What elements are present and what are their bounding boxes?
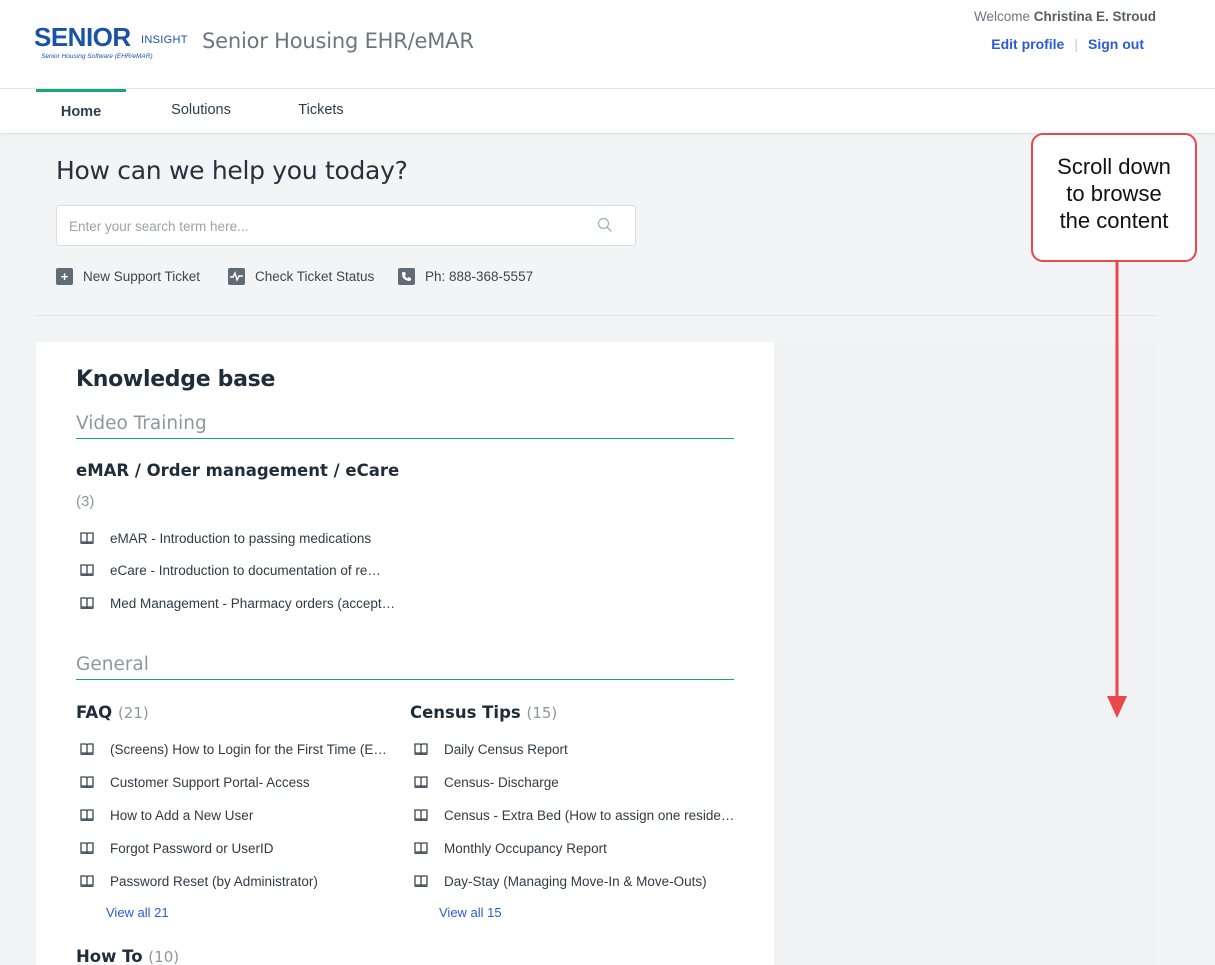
scroll-hint-callout: Scroll down to browse the content [1031, 133, 1197, 262]
folder-emar-title[interactable]: eMAR / Order management / eCare [76, 461, 399, 480]
folder-census-tips[interactable]: Census Tips (15) [410, 703, 557, 722]
kb-title: Knowledge base [76, 367, 276, 392]
tab-tickets[interactable]: Tickets [276, 89, 366, 134]
phone-number: Ph: 888-368-5557 [425, 268, 534, 284]
article-title: Census - Extra Bed (How to assign one re… [444, 807, 735, 823]
article-item[interactable]: Password Reset (by Administrator) [76, 871, 318, 891]
phone-link[interactable]: Ph: 888-368-5557 [398, 266, 533, 286]
tab-solutions[interactable]: Solutions [156, 89, 246, 134]
activity-pulse-icon [228, 267, 245, 285]
link-separator: | [1074, 36, 1078, 52]
check-ticket-status-link[interactable]: Check Ticket Status [228, 266, 374, 286]
logo-brand: SENIOR [34, 22, 131, 52]
article-title: Census- Discharge [444, 774, 559, 790]
folder-how-to[interactable]: How To (10) [76, 947, 179, 965]
article-title: Password Reset (by Administrator) [110, 873, 318, 889]
tab-home[interactable]: Home [36, 89, 126, 134]
article-title: eCare - Introduction to documentation of… [110, 562, 381, 578]
sign-out-link[interactable]: Sign out [1088, 36, 1144, 52]
article-item[interactable]: eMAR - Introduction to passing medicatio… [76, 528, 371, 548]
book-icon [80, 842, 94, 854]
article-title: Monthly Occupancy Report [444, 840, 607, 856]
plus-icon: + [56, 267, 73, 285]
article-title: Forgot Password or UserID [110, 840, 274, 856]
scroll-hint-line3: the content [1059, 208, 1169, 233]
section-divider [36, 315, 1156, 316]
logo-tagline: Senior Housing Software (EHR/eMAR) [41, 53, 153, 60]
article-title: Customer Support Portal- Access [110, 774, 310, 790]
folder-howto-count: (10) [148, 948, 180, 965]
article-title: How to Add a New User [110, 807, 254, 823]
book-icon [80, 809, 94, 821]
search-box [56, 205, 636, 246]
folder-faq-title: FAQ [76, 703, 113, 722]
book-icon [414, 743, 428, 755]
main-nav: Home Solutions Tickets [0, 89, 1215, 134]
site-header: SENIOR INSIGHT Senior Housing Software (… [0, 0, 1215, 89]
book-icon [80, 532, 94, 544]
book-icon [414, 875, 428, 887]
new-ticket-label: New Support Ticket [83, 268, 201, 284]
census-view-all-link[interactable]: View all 15 [439, 905, 502, 920]
search-input[interactable] [69, 216, 579, 236]
scroll-hint-line1: Scroll down [1057, 154, 1171, 179]
article-item[interactable]: Day-Stay (Managing Move-In & Move-Outs) [410, 871, 707, 891]
book-icon [80, 743, 94, 755]
article-title: Med Management - Pharmacy orders (accept… [110, 595, 396, 611]
article-item[interactable]: Forgot Password or UserID [76, 838, 274, 858]
article-item[interactable]: Monthly Occupancy Report [410, 838, 607, 858]
senior-insight-logo[interactable]: SENIOR INSIGHT Senior Housing Software (… [34, 23, 189, 65]
article-title: (Screens) How to Login for the First Tim… [110, 741, 387, 757]
user-name: Christina E. Stroud [1033, 9, 1156, 24]
faq-view-all-link[interactable]: View all 21 [106, 905, 169, 920]
article-item[interactable]: Daily Census Report [410, 739, 568, 759]
user-links: Edit profile | Sign out [991, 36, 1144, 52]
knowledge-base-panel: Knowledge base Video Training eMAR / Ord… [36, 342, 774, 965]
category-general[interactable]: General [76, 654, 734, 680]
article-item[interactable]: (Screens) How to Login for the First Tim… [76, 739, 387, 759]
article-title: Daily Census Report [444, 741, 568, 757]
folder-faq[interactable]: FAQ (21) [76, 703, 149, 722]
logo-suffix: INSIGHT [141, 34, 188, 46]
app-title: Senior Housing EHR/eMAR [202, 29, 474, 53]
sidebar-panel [775, 342, 1156, 965]
scroll-hint-line2: to browse [1066, 181, 1162, 206]
article-title: eMAR - Introduction to passing medicatio… [110, 530, 372, 546]
article-item[interactable]: eCare - Introduction to documentation of… [76, 560, 381, 580]
book-icon [414, 842, 428, 854]
folder-census-count: (15) [526, 704, 558, 722]
welcome-message: Welcome Christina E. Stroud [974, 9, 1156, 24]
article-item[interactable]: Census- Discharge [410, 772, 559, 792]
folder-census-title: Census Tips [410, 703, 521, 722]
book-icon [80, 597, 94, 609]
folder-howto-title: How To [76, 947, 143, 965]
article-item[interactable]: Customer Support Portal- Access [76, 772, 310, 792]
edit-profile-link[interactable]: Edit profile [991, 36, 1064, 52]
search-icon[interactable] [597, 217, 613, 233]
page-title: How can we help you today? [56, 156, 408, 185]
book-icon [80, 776, 94, 788]
book-icon [80, 564, 94, 576]
folder-emar-count: (3) [76, 493, 95, 510]
article-item[interactable]: Census - Extra Bed (How to assign one re… [410, 805, 734, 825]
new-support-ticket-link[interactable]: + New Support Ticket [56, 266, 200, 286]
phone-icon [398, 267, 415, 285]
article-title: Day-Stay (Managing Move-In & Move-Outs) [444, 873, 707, 889]
book-icon [414, 809, 428, 821]
check-status-label: Check Ticket Status [255, 268, 375, 284]
welcome-prefix: Welcome [973, 9, 1030, 24]
scroll-down-arrow [1107, 262, 1127, 718]
book-icon [80, 875, 94, 887]
article-item[interactable]: Med Management - Pharmacy orders (accept… [76, 593, 395, 613]
category-video-training[interactable]: Video Training [76, 413, 734, 439]
article-item[interactable]: How to Add a New User [76, 805, 253, 825]
folder-faq-count: (21) [117, 704, 149, 722]
book-icon [414, 776, 428, 788]
